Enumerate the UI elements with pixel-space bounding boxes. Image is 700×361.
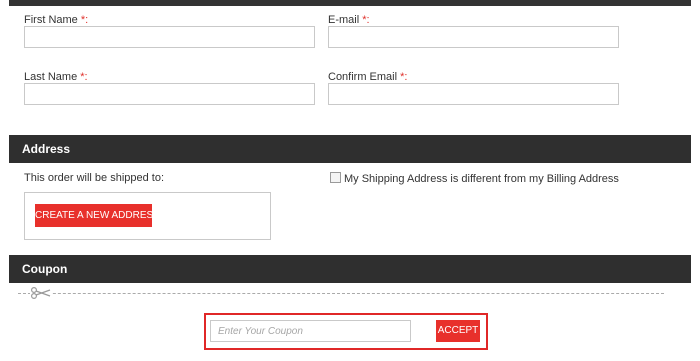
required-marker: *: xyxy=(400,71,408,83)
accept-coupon-button[interactable]: ACCEPT xyxy=(436,320,480,342)
required-marker: *: xyxy=(80,14,89,26)
last-name-label-text: Last Name xyxy=(24,71,78,83)
first-name-input[interactable] xyxy=(24,26,315,48)
first-name-label: First Name *: xyxy=(24,14,88,26)
different-shipping-label[interactable]: My Shipping Address is different from my… xyxy=(344,173,619,185)
confirm-email-label: Confirm Email *: xyxy=(328,71,407,83)
coupon-section-title: Coupon xyxy=(22,262,68,276)
confirm-email-input[interactable] xyxy=(328,83,619,105)
email-input[interactable] xyxy=(328,26,619,48)
address-section-header: Address xyxy=(9,135,691,163)
coupon-input[interactable] xyxy=(210,320,411,342)
different-shipping-checkbox[interactable] xyxy=(330,172,341,183)
last-name-label: Last Name *: xyxy=(24,71,88,83)
shipped-to-text: This order will be shipped to: xyxy=(24,172,165,184)
scissors-icon xyxy=(30,286,52,300)
required-marker: *: xyxy=(362,14,370,26)
confirm-email-label-text: Confirm Email xyxy=(328,71,398,83)
coupon-section-header: Coupon xyxy=(9,255,691,283)
first-name-label-text: First Name xyxy=(24,14,78,26)
create-new-address-button[interactable]: CREATE A NEW ADDRESS xyxy=(35,204,160,227)
email-label: E-mail *: xyxy=(328,14,370,26)
required-marker: *: xyxy=(80,71,88,83)
top-section-bar xyxy=(9,0,691,6)
email-label-text: E-mail xyxy=(328,14,360,26)
address-section-title: Address xyxy=(22,142,71,156)
cut-line-divider xyxy=(18,293,664,294)
last-name-input[interactable] xyxy=(24,83,315,105)
